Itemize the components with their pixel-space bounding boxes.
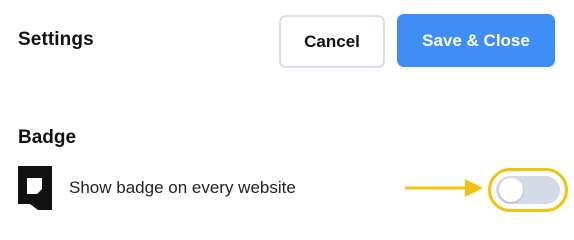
toggle-track [496, 176, 560, 204]
save-close-button[interactable]: Save & Close [397, 14, 555, 67]
badge-icon [18, 166, 52, 210]
toggle-knob [499, 178, 523, 202]
badge-section-title: Badge [18, 127, 77, 148]
arrow-right-icon [405, 179, 483, 197]
show-badge-toggle[interactable] [488, 168, 568, 212]
page-title: Settings [18, 29, 94, 50]
cancel-button[interactable]: Cancel [279, 15, 385, 68]
show-badge-label: Show badge on every website [69, 178, 296, 197]
